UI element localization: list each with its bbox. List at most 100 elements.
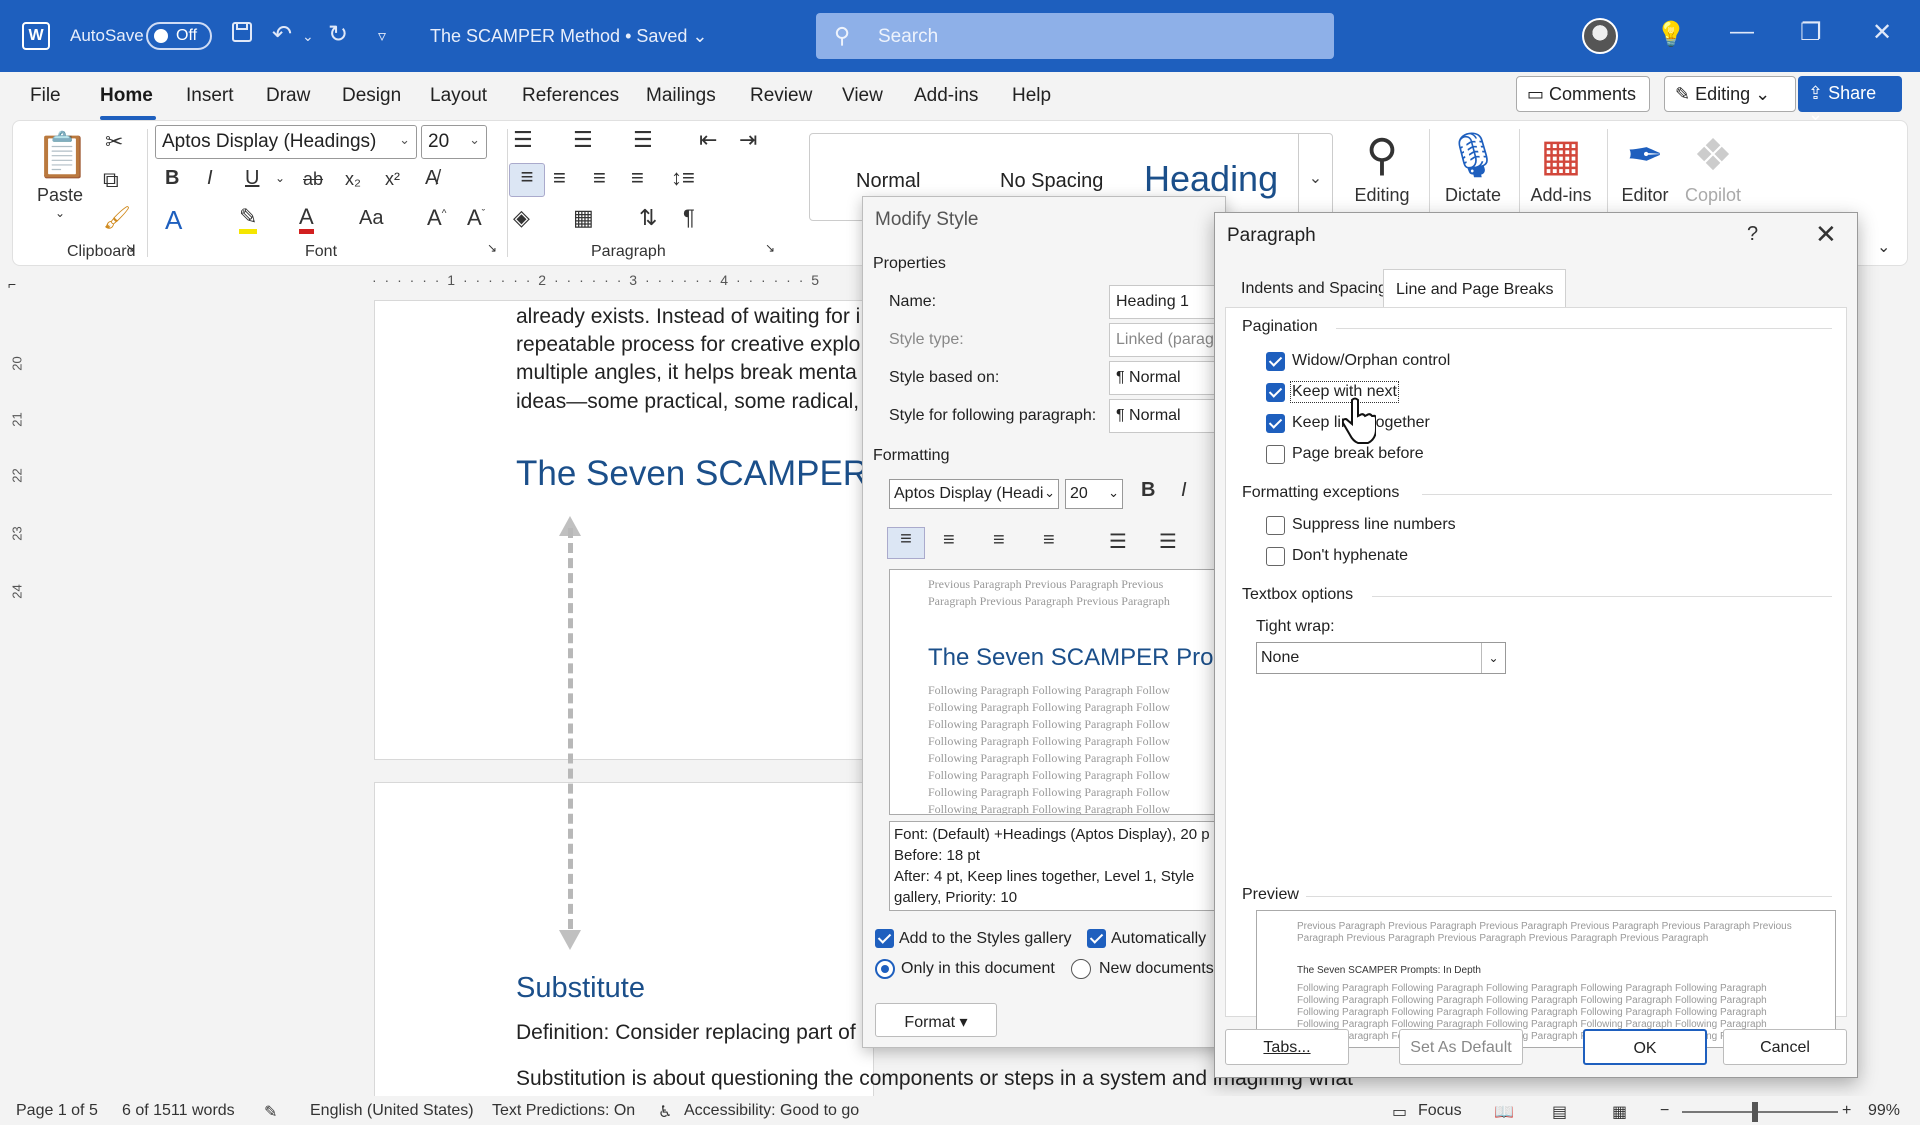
zoom-slider[interactable] (1682, 1111, 1838, 1113)
ok-button[interactable]: OK (1583, 1029, 1707, 1065)
tab-file[interactable]: File (30, 85, 61, 107)
bullets-icon[interactable]: ☰ (513, 127, 533, 153)
document-heading[interactable]: The Seven SCAMPER (516, 454, 862, 494)
zoom-out-button[interactable]: − (1660, 1102, 1669, 1120)
focus-button[interactable]: Focus (1418, 1102, 1462, 1120)
font-color-icon[interactable]: A (299, 205, 314, 234)
decrease-indent-icon[interactable]: ⇤ (699, 127, 717, 153)
align-left-icon[interactable]: ≡ (509, 163, 545, 197)
tab-review[interactable]: Review (750, 85, 812, 107)
tab-addins[interactable]: Add-ins (914, 85, 978, 107)
sort-icon[interactable]: ⇅ (639, 205, 657, 231)
format-italic-button[interactable]: I (1181, 479, 1187, 502)
tab-references[interactable]: References (522, 85, 619, 107)
font-name-select[interactable]: Aptos Display (Headings) ⌄ (155, 125, 417, 159)
restore-icon[interactable]: ❐ (1800, 18, 1822, 47)
redo-icon[interactable]: ↻ (328, 20, 348, 49)
underline-button[interactable]: U (245, 167, 259, 190)
style-name-field[interactable]: Heading 1 (1109, 285, 1225, 319)
dont-hyphenate-checkbox[interactable] (1266, 547, 1285, 566)
tab-indents-spacing[interactable]: Indents and Spacing (1229, 269, 1399, 307)
body-line[interactable]: already exists. Instead of waiting for i (516, 302, 862, 331)
justify-icon[interactable]: ≡ (1043, 529, 1055, 552)
autosave-toggle[interactable]: Off (146, 22, 212, 50)
format-size-select[interactable]: 20 ⌄ (1065, 479, 1123, 509)
tab-home[interactable]: Home (100, 85, 153, 107)
strikethrough-button[interactable]: ab (303, 169, 323, 190)
style-normal[interactable]: Normal (856, 170, 920, 193)
keep-lines-together-checkbox[interactable] (1266, 414, 1285, 433)
tab-mailings[interactable]: Mailings (646, 85, 716, 107)
line-spacing-icon[interactable]: ↕≡ (671, 165, 695, 191)
paste-button[interactable]: 📋 Paste ⌄ (35, 127, 90, 220)
horizontal-ruler[interactable]: · · · · · · 1 · · · · · · 2 · · · · · · … (372, 272, 858, 294)
align-center-icon[interactable]: ≡ (943, 529, 955, 552)
document-page-2[interactable] (374, 782, 874, 1096)
numbering-icon[interactable]: ☰ (573, 127, 593, 153)
tab-draw[interactable]: Draw (266, 85, 310, 107)
tab-selector-icon[interactable]: ⌐ (8, 276, 16, 292)
close-icon[interactable]: ✕ (1872, 18, 1892, 47)
align-right-icon[interactable]: ≡ (993, 529, 1005, 552)
borders-icon[interactable]: ▦ (573, 205, 594, 231)
language-status[interactable]: English (United States) (310, 1102, 474, 1120)
new-docs-radio[interactable] (1071, 959, 1091, 979)
dialog-launcher-icon[interactable]: ↘ (125, 241, 135, 255)
change-case-button[interactable]: Aa (359, 207, 383, 230)
minimize-icon[interactable]: — (1730, 18, 1754, 46)
lightbulb-icon[interactable]: 💡 (1656, 20, 1686, 49)
cut-icon[interactable]: ✂ (105, 129, 123, 155)
proofing-icon[interactable]: ✎ (264, 1102, 277, 1122)
customize-icon[interactable]: ▿ (378, 26, 386, 46)
align-left-icon[interactable]: ≡ (887, 527, 925, 559)
undo-icon[interactable]: ↶ (272, 20, 292, 49)
page-count[interactable]: Page 1 of 5 (16, 1102, 98, 1120)
zoom-slider-thumb[interactable] (1752, 1102, 1758, 1122)
dialog-launcher-icon[interactable]: ↘ (765, 241, 775, 255)
read-mode-icon[interactable]: 📖 (1494, 1102, 1514, 1122)
tab-design[interactable]: Design (342, 85, 401, 107)
editor-button[interactable]: ✒ Editor (1613, 127, 1677, 206)
dont-hyphenate-label[interactable]: Don't hyphenate (1292, 547, 1408, 565)
styles-more-icon[interactable]: ⌄ (1298, 134, 1332, 220)
multilevel-list-icon[interactable]: ☰ (633, 127, 653, 153)
body-line[interactable]: repeatable process for creative explo (516, 330, 862, 359)
style-no-spacing[interactable]: No Spacing (1000, 170, 1103, 193)
tab-line-page-breaks[interactable]: Line and Page Breaks (1383, 269, 1567, 307)
share-button[interactable]: ⇪ Share ⌄ (1798, 76, 1902, 124)
accessibility-status[interactable]: Accessibility: Good to go (684, 1102, 859, 1120)
zoom-level[interactable]: 99% (1868, 1102, 1900, 1120)
set-as-default-button[interactable]: Set As Default (1399, 1029, 1523, 1065)
add-gallery-checkbox[interactable] (875, 929, 894, 948)
document-subheading[interactable]: Substitute (516, 972, 645, 1005)
format-painter-icon[interactable]: 🖌 (103, 205, 131, 231)
show-marks-icon[interactable]: ¶ (683, 205, 695, 231)
dialog-launcher-icon[interactable]: ↘ (487, 241, 497, 255)
text-effects-icon[interactable]: A (165, 205, 182, 236)
text-predictions-status[interactable]: Text Predictions: On (492, 1102, 635, 1120)
page-break-before-checkbox[interactable] (1266, 445, 1285, 464)
addins-button[interactable]: ▦ Add-ins (1523, 127, 1599, 206)
style-heading[interactable]: Heading (1144, 158, 1278, 200)
body-line[interactable]: multiple angles, it helps break menta (516, 358, 862, 387)
one-half-spacing-icon[interactable]: ☰ (1159, 529, 1177, 554)
widow-orphan-label[interactable]: Widow/Orphan control (1292, 352, 1450, 370)
word-icon[interactable]: W (22, 22, 50, 50)
shrink-font-icon[interactable]: Aˇ (467, 205, 485, 231)
auto-update-checkbox[interactable] (1087, 929, 1106, 948)
align-center-icon[interactable]: ≡ (553, 165, 566, 191)
avatar[interactable] (1582, 18, 1618, 54)
body-line[interactable]: Definition: Consider replacing part of (516, 1018, 862, 1047)
clear-formatting-icon[interactable]: A̸ (425, 167, 438, 190)
increase-indent-icon[interactable]: ⇥ (739, 127, 757, 153)
page-break-before-label[interactable]: Page break before (1292, 445, 1424, 463)
keep-with-next-checkbox[interactable] (1266, 383, 1285, 402)
suppress-line-numbers-label[interactable]: Suppress line numbers (1292, 516, 1456, 534)
editing-mode-button[interactable]: ✎ Editing ⌄ (1664, 76, 1796, 112)
suppress-line-numbers-checkbox[interactable] (1266, 516, 1285, 535)
dictate-button[interactable]: 🎙 Dictate (1435, 127, 1511, 206)
single-spacing-icon[interactable]: ☰ (1109, 529, 1127, 554)
following-field[interactable]: ¶ Normal (1109, 399, 1225, 433)
tabs-button[interactable]: Tabs... (1225, 1029, 1349, 1065)
ribbon-collapse-icon[interactable]: ⌄ (1877, 237, 1890, 257)
